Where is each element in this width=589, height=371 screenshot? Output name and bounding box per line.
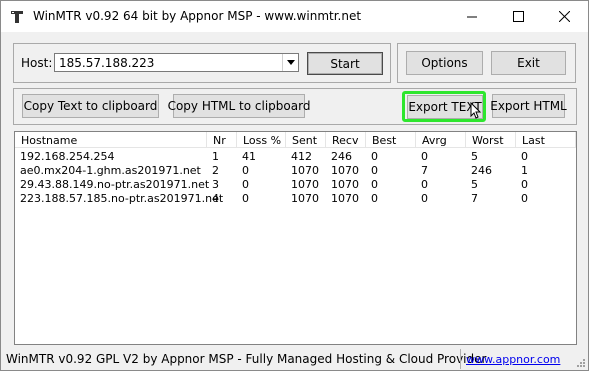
options-button[interactable]: Options [406,51,483,75]
cell-avrg: 0 [421,150,428,163]
column-header-hostname[interactable]: Hostname [15,132,207,148]
minimize-icon [467,16,477,17]
cell-last: 0 [521,192,528,205]
title-bar[interactable]: WinMTR v0.92 64 bit by Appnor MSP - www.… [1,1,588,32]
cell-loss: 0 [242,178,249,191]
column-header-best[interactable]: Best [366,132,416,148]
cell-hostname: 29.43.88.149.no-ptr.as201971.net [20,178,210,191]
cell-worst: 7 [471,192,478,205]
cell-best: 0 [371,178,378,191]
cell-avrg: 0 [421,178,428,191]
app-window: WinMTR v0.92 64 bit by Appnor MSP - www.… [0,0,589,371]
column-header-loss[interactable]: Loss % [237,132,286,148]
cell-loss: 41 [242,150,256,163]
cell-worst: 246 [471,164,492,177]
cell-best: 0 [371,150,378,163]
cell-hostname: 223.188.57.185.no-ptr.as201971.net [20,192,224,205]
resize-grip-icon[interactable] [575,357,585,367]
cell-recv: 1070 [331,164,359,177]
table-row[interactable]: 29.43.88.149.no-ptr.as201971.net 3 0 107… [15,178,576,192]
table-header: Hostname Nr Loss % Sent Recv Best Avrg W… [15,132,576,148]
copy-html-button[interactable]: Copy HTML to clipboard [168,94,310,118]
cell-last: 1 [521,164,528,177]
status-text: WinMTR v0.92 GPL V2 by Appnor MSP - Full… [6,352,487,366]
cell-nr: 1 [212,150,219,163]
cell-last: 0 [521,178,528,191]
cell-nr: 4 [212,192,219,205]
cell-hostname: 192.168.254.254 [20,150,115,163]
host-label: Host: [21,56,53,70]
close-icon [558,11,570,22]
cell-sent: 1070 [291,178,319,191]
exit-button[interactable]: Exit [491,51,566,75]
cell-sent: 412 [291,150,312,163]
window-title: WinMTR v0.92 64 bit by Appnor MSP - www.… [33,9,362,23]
table-row[interactable]: 223.188.57.185.no-ptr.as201971.net 4 0 1… [15,192,576,206]
minimize-button[interactable] [449,1,495,32]
dropdown-button[interactable] [282,54,298,71]
cell-sent: 1070 [291,164,319,177]
cell-worst: 5 [471,178,478,191]
host-combobox[interactable]: 185.57.188.223 [54,53,299,72]
column-header-worst[interactable]: Worst [466,132,516,148]
cell-hostname: ae0.mx204-1.ghm.as201971.net [20,164,201,177]
cell-best: 0 [371,192,378,205]
export-html-button[interactable]: Export HTML [490,94,567,118]
maximize-button[interactable] [495,1,541,32]
cell-best: 0 [371,164,378,177]
column-header-nr[interactable]: Nr [207,132,237,148]
cell-recv: 246 [331,150,352,163]
table-row[interactable]: ae0.mx204-1.ghm.as201971.net 2 0 1070 10… [15,164,576,178]
status-separator [460,349,461,369]
cell-last: 0 [521,150,528,163]
cell-recv: 1070 [331,192,359,205]
mouse-cursor-icon [470,102,482,119]
chevron-down-icon [286,60,295,65]
table-row[interactable]: 192.168.254.254 1 41 412 246 0 0 5 0 [15,150,576,164]
cell-recv: 1070 [331,178,359,191]
column-header-last[interactable]: Last [516,132,576,148]
cell-sent: 1070 [291,192,319,205]
results-table[interactable]: Hostname Nr Loss % Sent Recv Best Avrg W… [14,131,577,345]
column-header-sent[interactable]: Sent [286,132,326,148]
cell-loss: 0 [242,164,249,177]
status-bar: WinMTR v0.92 GPL V2 by Appnor MSP - Full… [1,348,588,370]
column-header-avrg[interactable]: Avrg [416,132,466,148]
column-header-recv[interactable]: Recv [326,132,366,148]
cell-loss: 0 [242,192,249,205]
host-input[interactable]: 185.57.188.223 [59,56,154,70]
cell-worst: 5 [471,150,478,163]
appnor-link[interactable]: www.appnor.com [466,353,560,366]
cell-avrg: 0 [421,192,428,205]
cell-nr: 2 [212,164,219,177]
app-icon [11,11,23,23]
cell-nr: 3 [212,178,219,191]
cell-avrg: 7 [421,164,428,177]
copy-text-button[interactable]: Copy Text to clipboard [22,94,159,118]
maximize-icon [512,11,524,22]
close-button[interactable] [541,1,587,32]
start-button[interactable]: Start [307,52,383,75]
